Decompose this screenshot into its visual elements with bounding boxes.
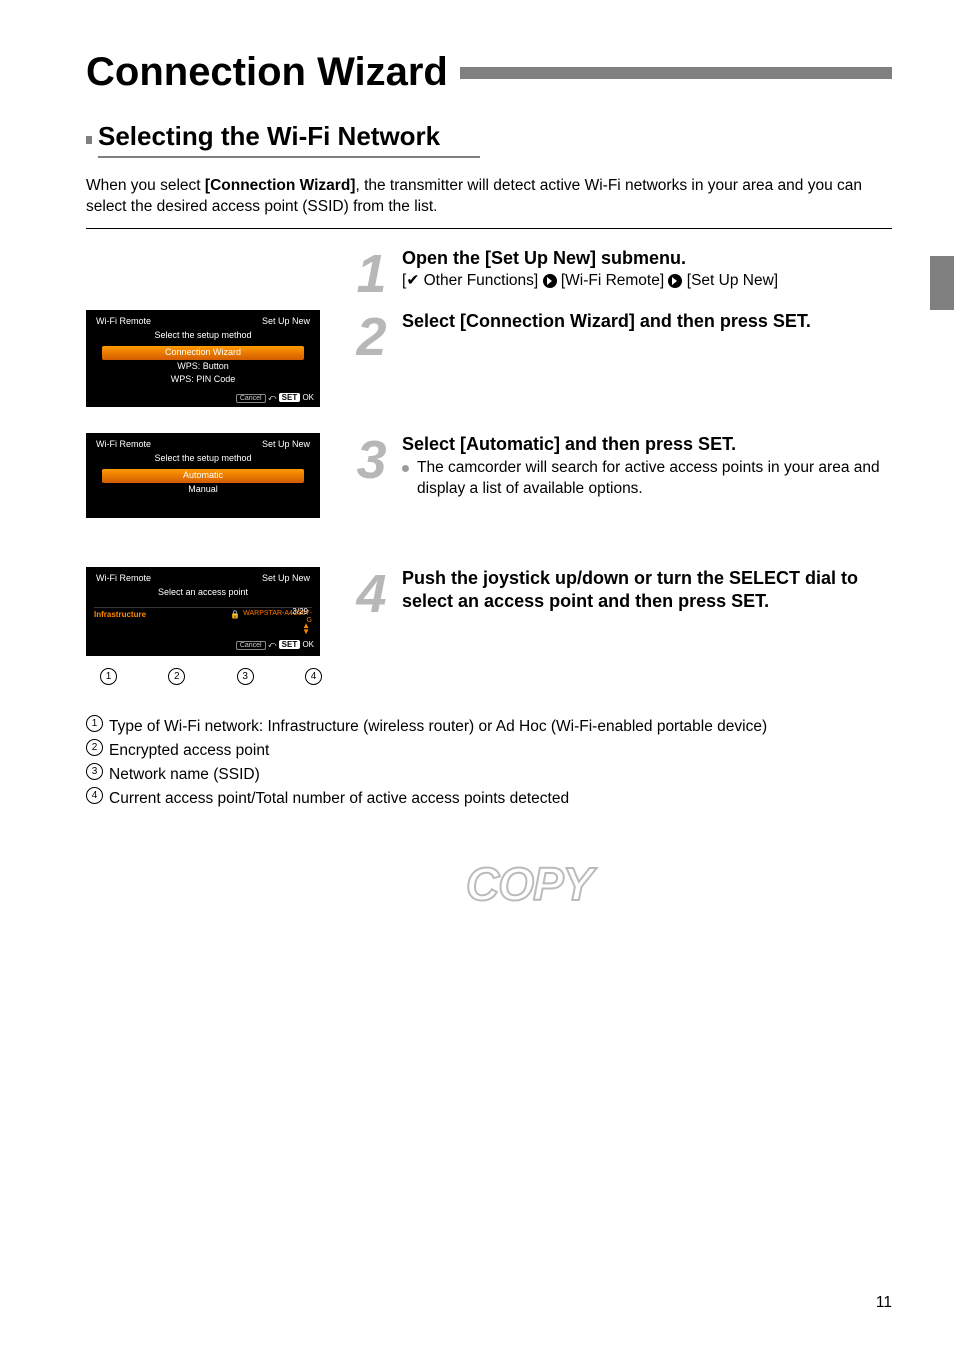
- lcd-header-left: Wi-Fi Remote: [96, 573, 151, 583]
- lcd-subtitle: Select an access point: [92, 587, 314, 597]
- lcd-option-manual: Manual: [92, 483, 314, 497]
- step-1-path: [✔ Other Functions] [Wi-Fi Remote] [Set …: [402, 271, 892, 292]
- lcd-ap-row: Infrastructure 🔒 WARPSTAR-A4C867-G: [94, 607, 312, 624]
- step-2: Wi-Fi Remote Set Up New Select the setup…: [86, 310, 892, 419]
- arrow-right-icon: [668, 274, 682, 288]
- watermark: COPY: [466, 857, 592, 911]
- wrench-icon: ✔: [406, 272, 419, 289]
- callout-row: 1 2 3 4: [86, 668, 330, 685]
- lcd-header-right: Set Up New: [262, 316, 310, 326]
- step-2-title: Select [Connection Wizard] and then pres…: [402, 310, 892, 333]
- lock-icon: 🔒: [228, 610, 242, 624]
- callout-3: 3: [237, 668, 254, 685]
- cancel-label: Cancel: [236, 394, 266, 403]
- arrow-right-icon: [543, 274, 557, 288]
- lcd-header-right: Set Up New: [262, 573, 310, 583]
- legend-list: 1 Type of Wi-Fi network: Infrastructure …: [86, 715, 892, 811]
- ok-label: OK: [302, 640, 314, 649]
- callout-1: 1: [100, 668, 117, 685]
- legend-num-4: 4: [86, 787, 103, 804]
- ok-label: OK: [302, 393, 314, 402]
- back-icon: ⤺: [268, 640, 277, 649]
- step-3-bullet: The camcorder will search for active acc…: [402, 458, 892, 500]
- lcd-option-wps-pin: WPS: PIN Code: [92, 373, 314, 387]
- lcd-subtitle: Select the setup method: [92, 453, 314, 463]
- step-3: Wi-Fi Remote Set Up New Select the setup…: [86, 433, 892, 553]
- lcd-subtitle: Select the setup method: [92, 330, 314, 340]
- screenshot-step-2: Wi-Fi Remote Set Up New Select the setup…: [86, 310, 320, 407]
- step-4-title: Push the joystick up/down or turn the SE…: [402, 567, 892, 612]
- set-label: SET: [279, 640, 301, 649]
- lcd-header-left: Wi-Fi Remote: [96, 439, 151, 449]
- step-3-bullet-text: The camcorder will search for active acc…: [417, 458, 892, 500]
- edge-tab: [930, 256, 954, 310]
- page-title: Connection Wizard: [86, 50, 448, 95]
- steps-wrap: COPY 1 Open the [Set Up New] submenu. [✔…: [86, 247, 892, 685]
- section-title-row: Selecting the Wi-Fi Network: [86, 121, 892, 158]
- section-title: Selecting the Wi-Fi Network: [98, 121, 480, 158]
- section-marker: [86, 136, 92, 144]
- lcd-footer: Cancel ⤺ SET OK: [92, 640, 314, 650]
- legend-text-1: Type of Wi-Fi network: Infrastructure (w…: [109, 715, 892, 739]
- lcd-footer: Cancel ⤺ SET OK: [92, 393, 314, 403]
- bullet-icon: [402, 465, 409, 472]
- step-1-title: Open the [Set Up New] submenu.: [402, 247, 892, 270]
- step-1: 1 Open the [Set Up New] submenu. [✔ Othe…: [86, 247, 892, 296]
- legend-item-3: 3 Network name (SSID): [86, 763, 892, 787]
- page-number: 11: [876, 1294, 892, 1312]
- legend-num-3: 3: [86, 763, 103, 780]
- back-icon: ⤺: [268, 393, 277, 402]
- step-3-number: 3: [346, 439, 394, 482]
- intro-prefix: When you select: [86, 177, 205, 194]
- separator-line: [86, 228, 892, 229]
- legend-num-2: 2: [86, 739, 103, 756]
- step-4-number: 4: [346, 573, 394, 616]
- step-1-number: 1: [346, 253, 394, 296]
- legend-item-2: 2 Encrypted access point: [86, 739, 892, 763]
- step-3-title: Select [Automatic] and then press SET.: [402, 433, 892, 456]
- page: Connection Wizard Selecting the Wi-Fi Ne…: [0, 0, 954, 1352]
- lcd-network-type: Infrastructure: [94, 610, 152, 624]
- callout-4: 4: [305, 668, 322, 685]
- cancel-label: Cancel: [236, 641, 266, 650]
- lcd-count: 3/29: [292, 607, 308, 616]
- title-bar: [460, 67, 892, 79]
- scroll-arrows-icon: ▲▼: [302, 623, 310, 636]
- step-4: Wi-Fi Remote Set Up New Select an access…: [86, 567, 892, 685]
- intro-bold: [Connection Wizard]: [205, 177, 356, 194]
- legend-num-1: 1: [86, 715, 103, 732]
- step-2-number: 2: [346, 316, 394, 359]
- legend-text-3: Network name (SSID): [109, 763, 892, 787]
- callout-2: 2: [168, 668, 185, 685]
- lcd-option-connection-wizard: Connection Wizard: [102, 346, 304, 360]
- screenshot-step-4: Wi-Fi Remote Set Up New Select an access…: [86, 567, 320, 656]
- screenshot-step-3: Wi-Fi Remote Set Up New Select the setup…: [86, 433, 320, 518]
- lcd-option-wps-button: WPS: Button: [92, 360, 314, 374]
- lcd-header-right: Set Up New: [262, 439, 310, 449]
- legend-text-4: Current access point/Total number of act…: [109, 787, 892, 811]
- intro-paragraph: When you select [Connection Wizard], the…: [86, 176, 892, 218]
- lcd-header-left: Wi-Fi Remote: [96, 316, 151, 326]
- page-title-row: Connection Wizard: [86, 50, 892, 95]
- lcd-option-automatic: Automatic: [102, 469, 304, 483]
- legend-text-2: Encrypted access point: [109, 739, 892, 763]
- set-label: SET: [279, 393, 301, 402]
- legend-item-4: 4 Current access point/Total number of a…: [86, 787, 892, 811]
- legend-item-1: 1 Type of Wi-Fi network: Infrastructure …: [86, 715, 892, 739]
